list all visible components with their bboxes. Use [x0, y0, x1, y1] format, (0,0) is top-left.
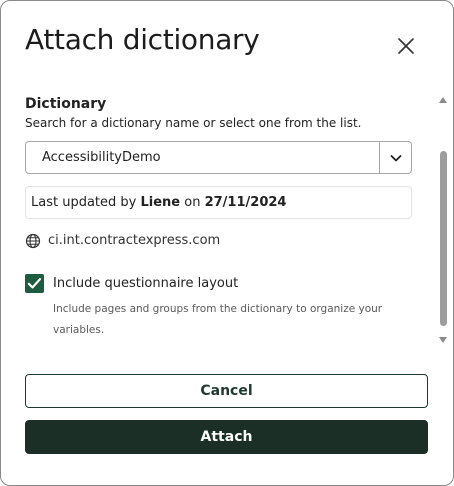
dictionary-section-title: Dictionary [25, 96, 107, 112]
attach-button[interactable]: Attach [25, 420, 428, 454]
last-updated-prefix: Last updated by [31, 195, 141, 210]
dropdown-toggle-button[interactable] [380, 142, 412, 173]
dialog-title: Attach dictionary [25, 23, 260, 56]
checkmark-icon [27, 278, 42, 289]
scrollbar-thumb[interactable] [440, 151, 447, 326]
dictionary-select-value: AccessibilityDemo [42, 150, 161, 165]
include-layout-checkbox[interactable] [25, 274, 44, 293]
cancel-button[interactable]: Cancel [25, 374, 428, 408]
chevron-down-icon [390, 155, 402, 162]
globe-icon [25, 233, 41, 249]
last-updated-user: Liene [140, 195, 181, 210]
host-text: ci.int.contractexpress.com [48, 233, 221, 248]
last-updated-mid: on [180, 195, 205, 210]
include-layout-description: Include pages and groups from the dictio… [53, 303, 383, 336]
last-updated-box: Last updated by Liene on 27/11/2024 [25, 186, 412, 219]
close-icon[interactable] [395, 35, 417, 57]
last-updated-date: 27/11/2024 [204, 195, 287, 210]
attach-dictionary-dialog: Attach dictionary Dictionary Search for … [0, 0, 454, 486]
scroll-down-arrow-icon[interactable] [438, 330, 448, 343]
scroll-up-arrow-icon[interactable] [438, 90, 448, 103]
dictionary-helper-text: Search for a dictionary name or select o… [25, 116, 362, 130]
include-layout-label[interactable]: Include questionnaire layout [53, 276, 238, 291]
last-updated-text: Last updated by Liene on 27/11/2024 [31, 195, 286, 210]
dictionary-select[interactable]: AccessibilityDemo [25, 141, 412, 174]
